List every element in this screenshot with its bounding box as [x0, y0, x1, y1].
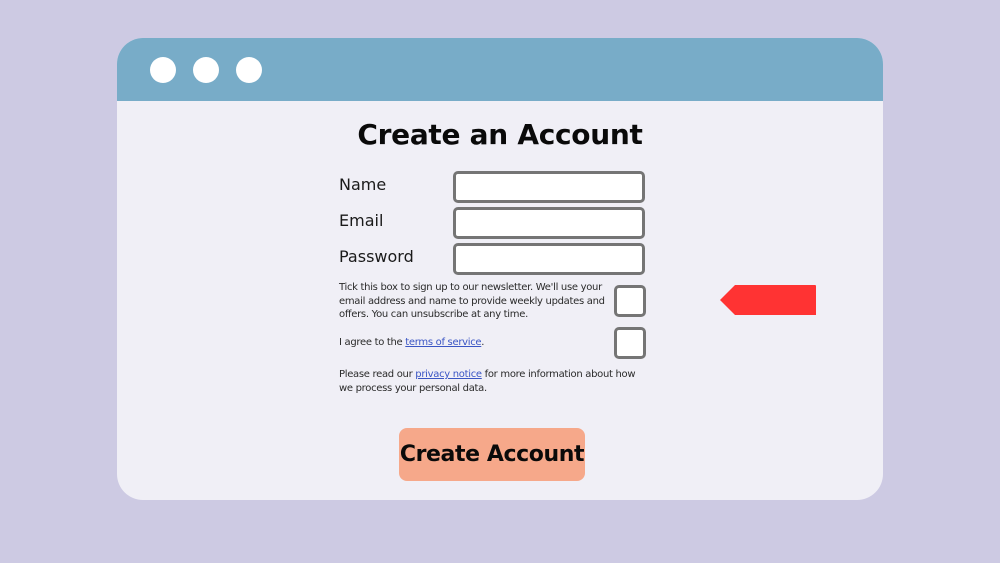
browser-window: Create an Account Name Email Password Ti… — [117, 38, 883, 500]
window-dot-1[interactable] — [150, 57, 176, 83]
password-input[interactable] — [453, 243, 645, 275]
window-dot-3[interactable] — [236, 57, 262, 83]
email-input[interactable] — [453, 207, 645, 239]
window-dot-2[interactable] — [193, 57, 219, 83]
newsletter-text: Tick this box to sign up to our newslett… — [339, 282, 605, 320]
terms-prefix: I agree to the — [339, 337, 406, 348]
privacy-prefix: Please read our — [339, 369, 416, 380]
name-label: Name — [339, 175, 387, 194]
title-bar — [117, 38, 883, 101]
privacy-notice-link[interactable]: privacy notice — [415, 369, 482, 380]
newsletter-checkbox[interactable] — [614, 285, 646, 317]
privacy-text: Please read our privacy notice for more … — [339, 368, 649, 395]
terms-suffix: . — [481, 337, 485, 348]
create-account-button[interactable]: Create Account — [399, 428, 585, 481]
terms-text: I agree to the terms of service. — [339, 336, 611, 350]
page-title: Create an Account — [357, 118, 643, 151]
password-label: Password — [339, 247, 414, 266]
terms-of-service-link[interactable]: terms of service — [405, 337, 481, 348]
name-input[interactable] — [453, 171, 645, 203]
terms-checkbox[interactable] — [614, 327, 646, 359]
email-label: Email — [339, 211, 384, 230]
arrow-left-icon — [720, 285, 816, 315]
